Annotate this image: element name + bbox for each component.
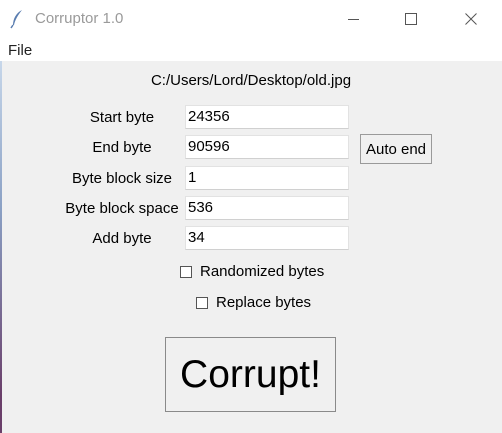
maximize-icon (405, 13, 417, 25)
auto-end-button[interactable]: Auto end (360, 134, 432, 164)
randomized-bytes-label: Randomized bytes (200, 263, 325, 280)
randomized-bytes-option[interactable]: Randomized bytes (180, 263, 324, 280)
window-edge (0, 61, 2, 433)
replace-bytes-label: Replace bytes (216, 294, 312, 311)
menu-bar: File (0, 38, 502, 61)
add-byte-input[interactable]: 34 (185, 226, 349, 250)
close-button[interactable] (448, 0, 494, 38)
minimize-icon (347, 18, 359, 20)
minimize-button[interactable] (330, 0, 376, 38)
randomized-bytes-checkbox[interactable] (180, 265, 192, 278)
feather-icon (10, 9, 26, 29)
byte-block-size-input[interactable]: 1 (185, 166, 349, 190)
title-bar[interactable]: Corruptor 1.0 (0, 0, 502, 38)
window-title: Corruptor 1.0 (35, 10, 124, 27)
end-byte-input[interactable]: 90596 (185, 135, 349, 159)
add-byte-label: Add byte (92, 230, 152, 247)
corruptor-window: Corruptor 1.0 File C:/Users/Lord/Desktop… (0, 0, 502, 433)
start-byte-label: Start byte (89, 109, 155, 126)
corrupt-button[interactable]: Corrupt! (165, 337, 336, 412)
close-icon (465, 13, 477, 25)
file-path-label: C:/Users/Lord/Desktop/old.jpg (150, 72, 352, 89)
byte-block-size-label: Byte block size (71, 170, 173, 187)
start-byte-input[interactable]: 24356 (185, 105, 349, 129)
replace-bytes-checkbox[interactable] (196, 296, 208, 309)
end-byte-label: End byte (92, 139, 152, 156)
byte-block-space-label: Byte block space (65, 200, 179, 217)
maximize-button[interactable] (388, 0, 434, 38)
replace-bytes-option[interactable]: Replace bytes (196, 294, 311, 311)
byte-block-space-input[interactable]: 536 (185, 196, 349, 220)
menu-file[interactable]: File (8, 42, 32, 59)
